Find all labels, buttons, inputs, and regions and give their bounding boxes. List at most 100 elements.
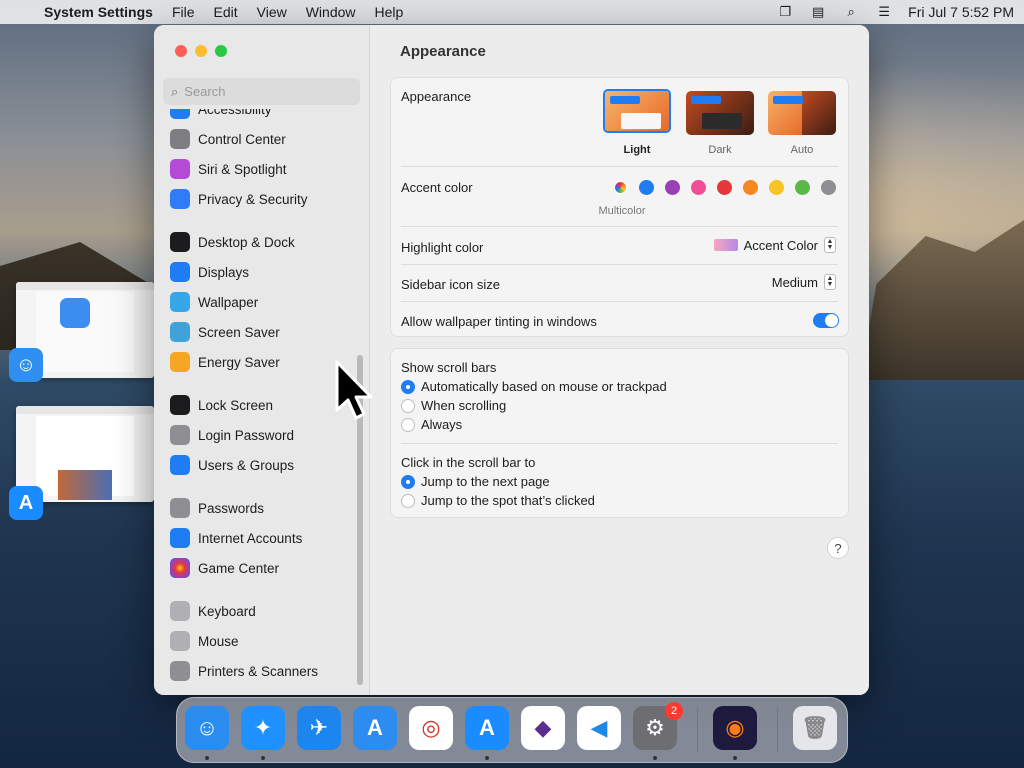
stage-manager-icon[interactable]: ❐	[776, 4, 794, 19]
sidebar-item[interactable]: Users & Groups	[170, 453, 294, 477]
control-center-menubar-icon[interactable]: ☰	[875, 4, 893, 19]
accent-swatch[interactable]	[613, 180, 628, 195]
menu-app-name[interactable]: System Settings	[44, 4, 153, 20]
menu-edit[interactable]: Edit	[214, 4, 238, 20]
sidebar-icon-size-label: Sidebar icon size	[401, 276, 500, 292]
accent-swatch[interactable]	[691, 180, 706, 195]
sidebar-item[interactable]: Displays	[170, 260, 249, 284]
sidebar-item[interactable]: Printers & Scanners	[170, 659, 318, 683]
sidebar-item[interactable]: Keyboard	[170, 599, 256, 623]
sidebar-item[interactable]: Accessibility	[170, 109, 272, 121]
click-next-page-radio[interactable]: Jump to the next page	[401, 474, 550, 489]
appearance-light-option[interactable]	[603, 89, 671, 133]
sidebar-icon-size-popup[interactable]: Medium ▲ ▼	[772, 274, 836, 290]
appearance-auto-option[interactable]	[768, 91, 836, 135]
sidebar-item-label: Game Center	[198, 560, 280, 576]
wallpaper-tinting-toggle[interactable]	[813, 313, 839, 328]
scroll-bars-panel: Show scroll bars Automatically based on …	[390, 348, 849, 518]
sidebar-list[interactable]: Accessibility Control Center Siri & Spotli…	[154, 109, 364, 695]
chrome-icon[interactable]: ◎	[409, 706, 453, 750]
sidebar-item-label: Login Password	[198, 427, 295, 443]
accent-swatch[interactable]	[743, 180, 758, 195]
menu-view[interactable]: View	[257, 4, 287, 20]
dock-separator	[777, 708, 778, 752]
search-field[interactable]: ⌕ Search	[163, 78, 360, 105]
sidebar-item[interactable]: Passwords	[170, 496, 264, 520]
firefox-icon[interactable]: ◉	[713, 706, 757, 750]
scroll-bars-always-label: Always	[421, 417, 463, 432]
vscode-icon[interactable]: ◀	[577, 706, 621, 750]
appearance-light-label: Light	[623, 144, 651, 156]
appearance-dark-option[interactable]	[686, 91, 754, 135]
sidebar-item-label: Screen Saver	[198, 324, 280, 340]
scroll-bars-auto-label: Automatically based on mouse or trackpad	[421, 379, 667, 394]
control-center-icon	[170, 129, 190, 149]
accent-swatch[interactable]	[639, 180, 654, 195]
close-button[interactable]	[175, 45, 187, 57]
scroll-bars-always-radio[interactable]: Always	[401, 417, 462, 432]
search-icon: ⌕	[171, 83, 179, 99]
sidebar-item[interactable]: Privacy & Security	[170, 187, 308, 211]
accent-swatch[interactable]	[717, 180, 732, 195]
sidebar-item[interactable]: Login Password	[170, 423, 294, 447]
sidebar-item-label: Control Center	[198, 131, 286, 147]
sidebar-item[interactable]: Energy Saver	[170, 350, 280, 374]
trash-icon[interactable]: 🗑	[793, 706, 837, 750]
screen-saver-icon	[170, 322, 190, 342]
highlight-color-label: Highlight color	[401, 239, 484, 255]
appearance-panel: Appearance Light Dark Auto Accent color …	[390, 77, 849, 337]
xcode-appstore-icon[interactable]: A	[353, 706, 397, 750]
scroll-bars-auto-radio[interactable]: Automatically based on mouse or trackpad	[401, 379, 667, 394]
sidebar-display-icon[interactable]: ▤	[809, 4, 827, 19]
dock-icon	[170, 232, 190, 252]
system-settings-icon[interactable]: ⚙ 2	[633, 702, 683, 750]
dock-separator	[697, 708, 698, 752]
menu-file[interactable]: File	[172, 4, 195, 20]
click-next-page-label: Jump to the next page	[421, 474, 550, 489]
sidebar-item[interactable]: Siri & Spotlight	[170, 157, 287, 181]
minimize-button[interactable]	[195, 45, 207, 57]
lock-icon	[170, 395, 190, 415]
sidebar-item[interactable]: Internet Accounts	[170, 526, 302, 550]
zoom-button[interactable]	[215, 45, 227, 57]
help-button[interactable]: ?	[827, 537, 849, 559]
spotlight-search-icon[interactable]: ⌕	[842, 4, 860, 19]
scroll-bars-when-scrolling-radio[interactable]: When scrolling	[401, 398, 506, 413]
content-pane: Appearance Appearance Light Dark Auto Ac…	[370, 25, 869, 695]
accent-swatch[interactable]	[769, 180, 784, 195]
appearance-label: Appearance	[401, 88, 472, 104]
sidebar-item[interactable]: Game Center	[170, 556, 279, 580]
radio-button	[401, 379, 415, 394]
accent-swatch[interactable]	[821, 180, 836, 195]
sidebar-item-label: Passwords	[198, 500, 265, 516]
safari-icon[interactable]: ✦	[241, 706, 285, 750]
accent-swatch[interactable]	[795, 180, 810, 195]
siri-icon	[170, 159, 190, 179]
finder-icon[interactable]: ☺	[185, 706, 229, 750]
menu-help[interactable]: Help	[375, 4, 404, 20]
sidebar-item[interactable]: Screen Saver	[170, 320, 280, 344]
accent-swatch[interactable]	[665, 180, 680, 195]
sidebar-item[interactable]: Wallpaper	[170, 290, 258, 314]
menu-window[interactable]: Window	[306, 4, 356, 20]
menubar-clock[interactable]: Fri Jul 7 5:52 PM	[908, 4, 1014, 20]
sidebar-item[interactable]: Desktop & Dock	[170, 230, 295, 254]
testflight-icon[interactable]: ✈	[297, 706, 341, 750]
sidebar-item[interactable]: Mouse	[170, 629, 239, 653]
wallpaper-tinting-label: Allow wallpaper tinting in windows	[401, 313, 597, 329]
dock: ☺ ✦ ✈ A ◎ A ◆ ◀ ⚙ 2 ◉ 🗑	[176, 697, 848, 763]
app-store-icon[interactable]: A	[465, 706, 509, 750]
stage-finder-icon[interactable]: ☺	[9, 348, 43, 382]
stage-app-store-icon[interactable]: A	[9, 486, 43, 520]
sidebar-item-label: Wallpaper	[198, 294, 259, 310]
click-spot-radio[interactable]: Jump to the spot that’s clicked	[401, 493, 595, 508]
radio-button	[401, 493, 415, 508]
accent-color-label: Accent color	[401, 179, 473, 195]
visual-studio-icon[interactable]: ◆	[521, 706, 565, 750]
sidebar-item[interactable]: Lock Screen	[170, 393, 273, 417]
sidebar-item[interactable]: Control Center	[170, 127, 286, 151]
highlight-color-popup[interactable]: Accent Color ▲ ▼	[713, 237, 836, 253]
sidebar-item-label: Siri & Spotlight	[198, 161, 287, 177]
highlight-color-value: Accent Color	[743, 237, 818, 253]
sidebar-item-label: Printers & Scanners	[198, 663, 319, 679]
